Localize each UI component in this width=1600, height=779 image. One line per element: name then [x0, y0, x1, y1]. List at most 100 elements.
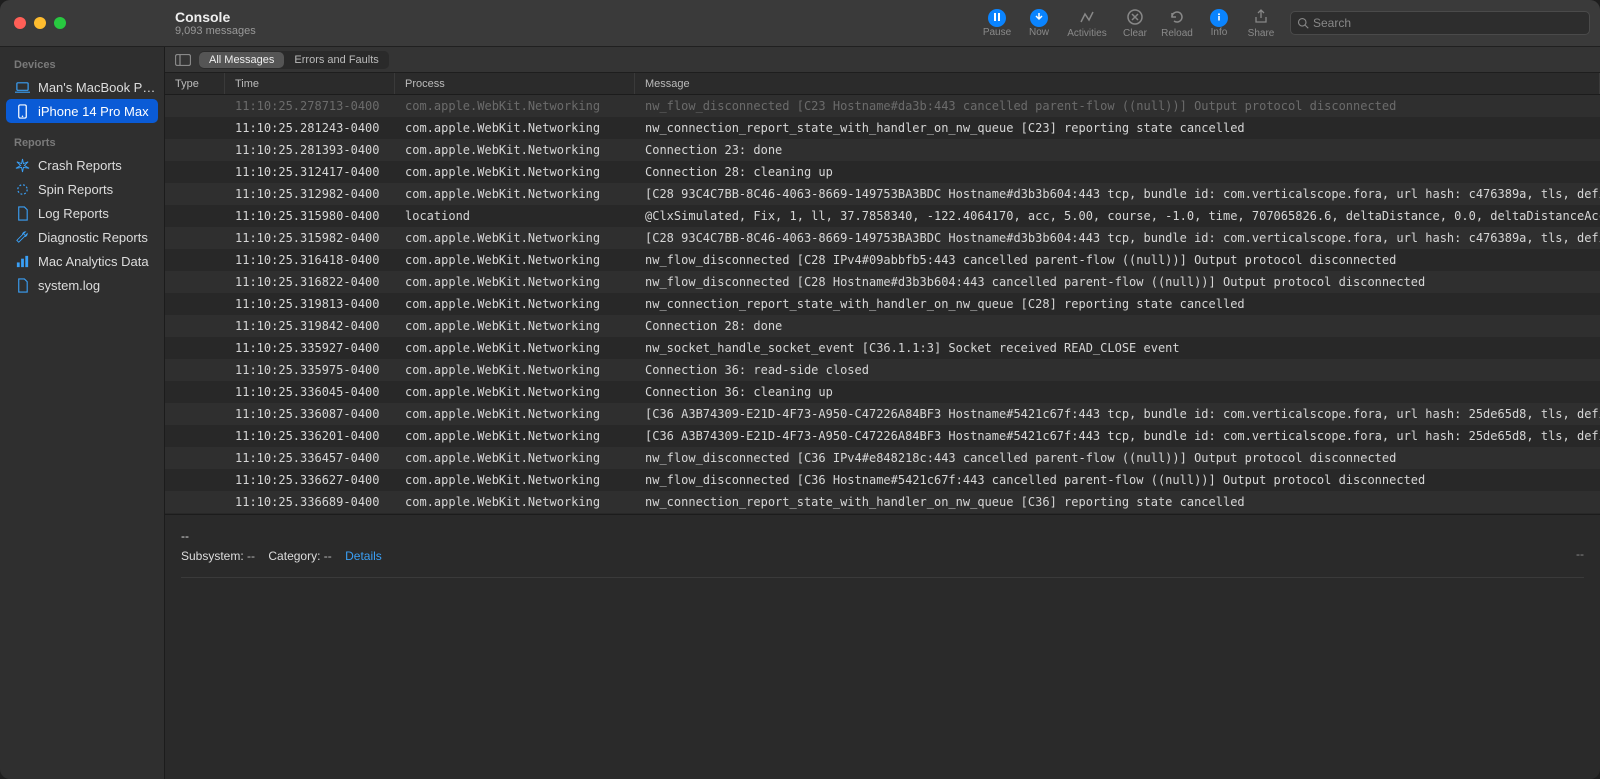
table-row[interactable]: 11:10:25.281393-0400com.apple.WebKit.Net… — [165, 139, 1600, 161]
table-row[interactable]: 11:10:25.316822-0400com.apple.WebKit.Net… — [165, 271, 1600, 293]
activities-button[interactable]: Activities — [1060, 0, 1114, 47]
reload-button[interactable]: Reload — [1156, 0, 1198, 47]
details-link[interactable]: Details — [345, 549, 382, 563]
table-row[interactable]: 11:10:25.316418-0400com.apple.WebKit.Net… — [165, 249, 1600, 271]
cell-process: com.apple.WebKit.Networking — [395, 143, 635, 157]
sidebar-item-label: Crash Reports — [38, 158, 122, 173]
info-button[interactable]: Info — [1198, 0, 1240, 47]
cell-process: com.apple.WebKit.Networking — [395, 121, 635, 135]
table-row[interactable]: 11:10:25.312982-0400com.apple.WebKit.Net… — [165, 183, 1600, 205]
reload-icon — [1168, 8, 1186, 26]
cell-process: com.apple.WebKit.Networking — [395, 253, 635, 267]
cell-process: com.apple.WebKit.Networking — [395, 495, 635, 509]
window-zoom-button[interactable] — [54, 17, 66, 29]
sidebar-heading-reports: Reports — [6, 133, 158, 153]
cell-process: com.apple.WebKit.Networking — [395, 99, 635, 113]
cell-process: com.apple.WebKit.Networking — [395, 231, 635, 245]
sidebar-item-mac-analytics[interactable]: Mac Analytics Data — [6, 249, 158, 273]
cell-time: 11:10:25.335927-0400 — [225, 341, 395, 355]
cell-time: 11:10:25.336627-0400 — [225, 473, 395, 487]
table-row[interactable]: 11:10:25.336457-0400com.apple.WebKit.Net… — [165, 447, 1600, 469]
table-row[interactable]: 11:10:25.336087-0400com.apple.WebKit.Net… — [165, 403, 1600, 425]
window-minimize-button[interactable] — [34, 17, 46, 29]
table-row[interactable]: 11:10:25.312417-0400com.apple.WebKit.Net… — [165, 161, 1600, 183]
cell-message: Connection 23: done — [635, 143, 1600, 157]
cell-time: 11:10:25.316822-0400 — [225, 275, 395, 289]
sidebar-item-crash-reports[interactable]: Crash Reports — [6, 153, 158, 177]
detail-pane: -- Subsystem: -- Category: -- Details -- — [165, 514, 1600, 779]
sidebar-item-label: Mac Analytics Data — [38, 254, 149, 269]
sidebar-item-label: iPhone 14 Pro Max — [38, 104, 149, 119]
cell-process: com.apple.WebKit.Networking — [395, 319, 635, 333]
table-row[interactable]: 11:10:25.335975-0400com.apple.WebKit.Net… — [165, 359, 1600, 381]
window-title: Console — [175, 9, 256, 25]
cell-message: [C36 A3B74309-E21D-4F73-A950-C47226A84BF… — [635, 407, 1600, 421]
share-icon — [1252, 8, 1270, 26]
now-icon — [1030, 9, 1048, 27]
log-table: Type Time Process Message 11:10:25.27871… — [165, 73, 1600, 514]
sidebar-item-log-reports[interactable]: Log Reports — [6, 201, 158, 225]
table-body[interactable]: 11:10:25.278713-0400com.apple.WebKit.Net… — [165, 95, 1600, 514]
column-header-type[interactable]: Type — [165, 73, 225, 94]
cell-time: 11:10:25.315980-0400 — [225, 209, 395, 223]
sidebar-toggle-button[interactable] — [173, 51, 193, 69]
table-row[interactable]: 11:10:25.336045-0400com.apple.WebKit.Net… — [165, 381, 1600, 403]
pause-button[interactable]: Pause — [976, 0, 1018, 47]
wrench-icon — [14, 229, 30, 245]
cell-process: com.apple.WebKit.Networking — [395, 187, 635, 201]
cell-message: nw_flow_disconnected [C36 IPv4#e848218c:… — [635, 451, 1600, 465]
sidebar-item-macbook[interactable]: Man's MacBook P… — [6, 75, 158, 99]
cell-time: 11:10:25.312417-0400 — [225, 165, 395, 179]
sidebar: Devices Man's MacBook P… iPhone 14 Pro M… — [0, 47, 165, 779]
table-row[interactable]: 11:10:25.315982-0400com.apple.WebKit.Net… — [165, 227, 1600, 249]
detail-right-dash: -- — [1576, 547, 1584, 561]
cell-time: 11:10:25.335975-0400 — [225, 363, 395, 377]
column-header-process[interactable]: Process — [395, 73, 635, 94]
table-row[interactable]: 11:10:25.319813-0400com.apple.WebKit.Net… — [165, 293, 1600, 315]
table-row[interactable]: 11:10:25.336201-0400com.apple.WebKit.Net… — [165, 425, 1600, 447]
search-field[interactable] — [1290, 11, 1590, 35]
message-count: 9,093 messages — [175, 25, 256, 37]
cell-process: com.apple.WebKit.Networking — [395, 429, 635, 443]
doc-icon — [14, 277, 30, 293]
sidebar-item-iphone[interactable]: iPhone 14 Pro Max — [6, 99, 158, 123]
column-header-time[interactable]: Time — [225, 73, 395, 94]
sidebar-item-diagnostic-reports[interactable]: Diagnostic Reports — [6, 225, 158, 249]
cell-process: com.apple.WebKit.Networking — [395, 407, 635, 421]
cell-message: Connection 28: cleaning up — [635, 165, 1600, 179]
subsystem-value: -- — [247, 549, 255, 563]
spinner-icon — [14, 181, 30, 197]
window-close-button[interactable] — [14, 17, 26, 29]
cell-message: nw_connection_report_state_with_handler_… — [635, 297, 1600, 311]
sidebar-item-system-log[interactable]: system.log — [6, 273, 158, 297]
cell-time: 11:10:25.336201-0400 — [225, 429, 395, 443]
cell-process: com.apple.WebKit.Networking — [395, 363, 635, 377]
sidebar-item-spin-reports[interactable]: Spin Reports — [6, 177, 158, 201]
search-input[interactable] — [1313, 16, 1583, 30]
cell-process: locationd — [395, 209, 635, 223]
table-row[interactable]: 11:10:25.336627-0400com.apple.WebKit.Net… — [165, 469, 1600, 491]
share-button[interactable]: Share — [1240, 0, 1282, 47]
category-value: -- — [324, 549, 332, 563]
table-row[interactable]: 11:10:25.335927-0400com.apple.WebKit.Net… — [165, 337, 1600, 359]
phone-icon — [14, 103, 30, 119]
cell-time: 11:10:25.336045-0400 — [225, 385, 395, 399]
clear-button[interactable]: Clear — [1114, 0, 1156, 47]
cell-message: @ClxSimulated, Fix, 1, ll, 37.7858340, -… — [635, 209, 1600, 223]
column-header-message[interactable]: Message — [635, 73, 1600, 94]
cell-time: 11:10:25.336457-0400 — [225, 451, 395, 465]
sidebar-heading-devices: Devices — [6, 55, 158, 75]
cell-time: 11:10:25.281393-0400 — [225, 143, 395, 157]
filter-segmented-control[interactable]: All Messages Errors and Faults — [199, 51, 389, 69]
now-button[interactable]: Now — [1018, 0, 1060, 47]
table-row[interactable]: 11:10:25.281243-0400com.apple.WebKit.Net… — [165, 117, 1600, 139]
table-row[interactable]: 11:10:25.278713-0400com.apple.WebKit.Net… — [165, 95, 1600, 117]
table-row[interactable]: 11:10:25.315980-0400locationd@ClxSimulat… — [165, 205, 1600, 227]
cell-process: com.apple.WebKit.Networking — [395, 275, 635, 289]
detail-divider — [181, 577, 1584, 578]
filter-errors-faults[interactable]: Errors and Faults — [284, 52, 388, 68]
table-row[interactable]: 11:10:25.336689-0400com.apple.WebKit.Net… — [165, 491, 1600, 513]
table-row[interactable]: 11:10:25.319842-0400com.apple.WebKit.Net… — [165, 315, 1600, 337]
subsystem-label: Subsystem: — [181, 549, 244, 563]
filter-all-messages[interactable]: All Messages — [199, 52, 284, 68]
